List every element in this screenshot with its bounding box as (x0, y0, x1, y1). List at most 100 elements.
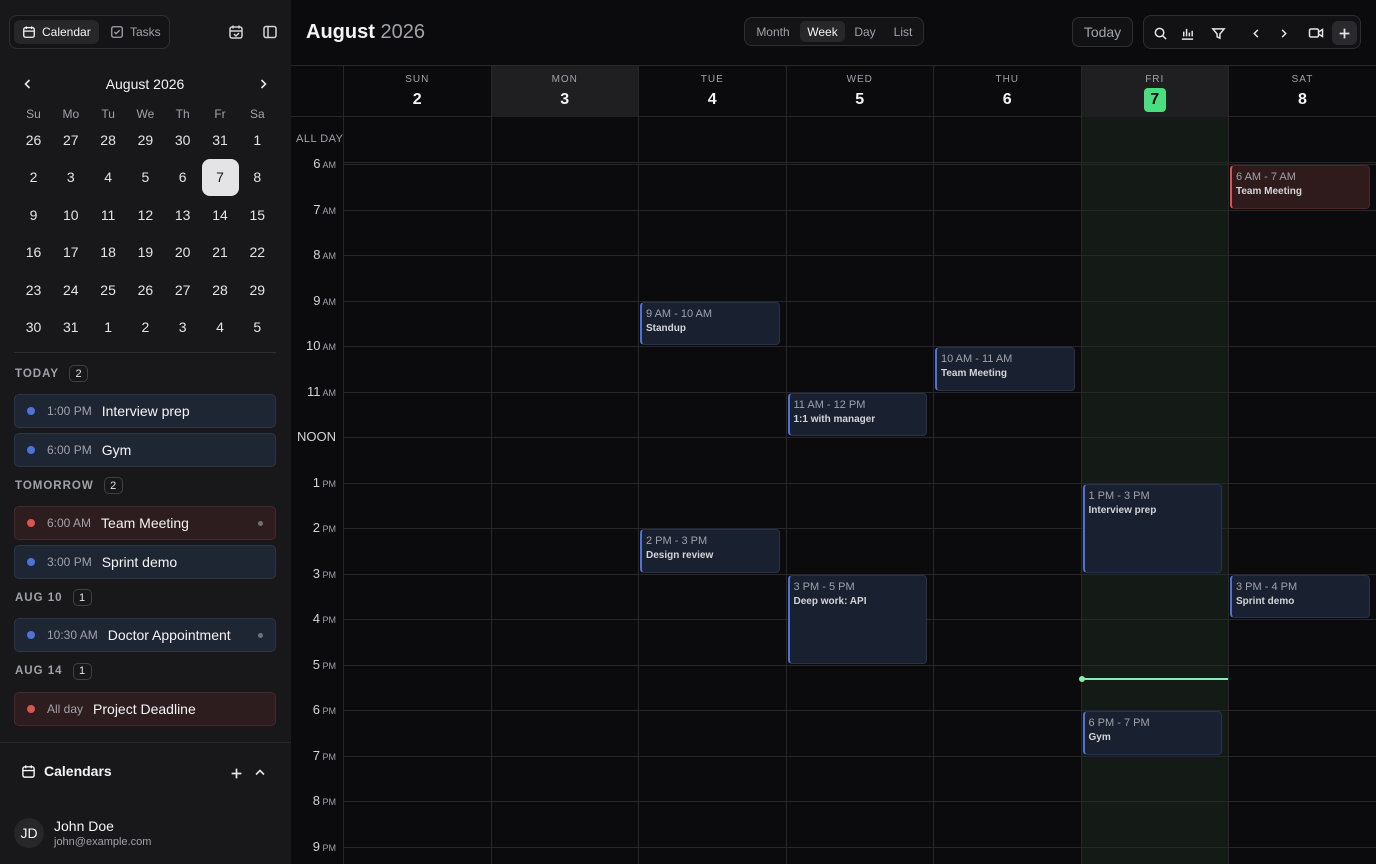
mini-day[interactable]: 27 (164, 271, 201, 308)
chart-icon[interactable] (1176, 22, 1198, 44)
calendar-event[interactable]: 10 AM - 11 AM Team Meeting (935, 347, 1075, 391)
day-header-thu[interactable]: THU 6 (933, 66, 1081, 117)
calendar-event[interactable]: 6 PM - 7 PM Gym (1082, 711, 1222, 755)
mini-day[interactable]: 29 (239, 271, 276, 308)
mini-day[interactable]: 19 (127, 234, 164, 271)
mini-day[interactable]: 20 (164, 234, 201, 271)
mini-day[interactable]: 22 (239, 234, 276, 271)
mini-day[interactable]: 5 (127, 159, 164, 196)
mini-day[interactable]: 3 (52, 159, 89, 196)
mini-day[interactable]: 13 (164, 196, 201, 233)
all-day-label: ALL DAY (296, 133, 344, 145)
calendar-event[interactable]: 11 AM - 12 PM 1:1 with manager (787, 392, 927, 436)
mini-day[interactable]: 9 (15, 196, 52, 233)
mini-day[interactable]: 6 (164, 159, 201, 196)
mini-day[interactable]: 8 (239, 159, 276, 196)
chevron-right-icon[interactable] (253, 74, 273, 94)
page-title-year: 2026 (380, 21, 425, 43)
mini-day[interactable]: 4 (90, 159, 127, 196)
mini-day[interactable]: 30 (15, 309, 52, 346)
mini-day[interactable]: 3 (164, 309, 201, 346)
mini-day[interactable]: 17 (52, 234, 89, 271)
main-calendar: August 2026 Month Week Day List Today SU… (291, 0, 1376, 864)
view-day-button[interactable]: Day (847, 21, 883, 42)
mini-day[interactable]: 23 (15, 271, 52, 308)
calendar-event[interactable]: 3 PM - 4 PM Sprint demo (1230, 574, 1370, 618)
day-header-mon[interactable]: MON 3 (490, 66, 638, 117)
plus-icon[interactable] (228, 765, 244, 781)
mini-day[interactable]: 4 (202, 309, 239, 346)
mini-day[interactable]: 16 (15, 234, 52, 271)
mini-day[interactable]: 31 (202, 121, 239, 158)
grid-row-line (343, 164, 1376, 165)
agenda-event[interactable]: 1:00 PM Interview prep (14, 394, 276, 428)
mini-day[interactable]: 14 (202, 196, 239, 233)
avatar[interactable]: JD (14, 818, 44, 848)
chevron-up-icon[interactable] (252, 765, 268, 781)
mini-day[interactable]: 28 (90, 121, 127, 158)
mini-day[interactable]: 15 (239, 196, 276, 233)
sidebar-toggle-icon[interactable] (260, 22, 280, 42)
calendar-today-icon[interactable] (226, 22, 246, 42)
day-header-tue[interactable]: TUE 4 (638, 66, 786, 117)
mini-day[interactable]: 5 (239, 309, 276, 346)
tab-tasks[interactable]: Tasks (102, 20, 169, 44)
mini-day[interactable]: 25 (90, 271, 127, 308)
calendar-event[interactable]: 3 PM - 5 PM Deep work: API (787, 574, 927, 664)
mini-day[interactable]: 18 (90, 234, 127, 271)
agenda-event-time: 3:00 PM (47, 554, 92, 569)
mini-day[interactable]: 12 (127, 196, 164, 233)
day-header-fri[interactable]: FRI 7 (1080, 66, 1228, 117)
mini-day[interactable]: 7 (201, 158, 239, 196)
event-color-dot (27, 519, 35, 527)
filter-icon[interactable] (1207, 22, 1229, 44)
agenda-event-title: Team Meeting (101, 515, 189, 531)
chevron-left-icon[interactable] (1245, 22, 1267, 44)
view-month-button[interactable]: Month (748, 21, 798, 42)
grid-column-line (1228, 117, 1229, 864)
search-icon[interactable] (1149, 22, 1171, 44)
mini-day[interactable]: 27 (52, 121, 89, 158)
mini-day[interactable]: 24 (52, 271, 89, 308)
mini-day[interactable]: 1 (239, 121, 276, 158)
mini-day[interactable]: 30 (164, 121, 201, 158)
hour-label: 7 PM (291, 748, 336, 763)
calendar-event[interactable]: 1 PM - 3 PM Interview prep (1082, 483, 1222, 573)
calendar-event[interactable]: 6 AM - 7 AM Team Meeting (1230, 165, 1370, 209)
chevron-right-icon[interactable] (1272, 22, 1294, 44)
mini-day[interactable]: 11 (90, 196, 127, 233)
grid-row-line (343, 162, 1376, 163)
video-icon[interactable] (1305, 22, 1327, 44)
add-event-icon[interactable] (1332, 21, 1357, 45)
tab-calendar[interactable]: Calendar (14, 20, 99, 44)
calendar-event[interactable]: 2 PM - 3 PM Design review (640, 529, 780, 573)
mini-day[interactable]: 31 (52, 309, 89, 346)
view-week-button[interactable]: Week (800, 21, 845, 42)
mini-day[interactable]: 1 (90, 309, 127, 346)
mini-day[interactable]: 26 (15, 121, 52, 158)
mini-day[interactable]: 26 (127, 271, 164, 308)
day-header-sat[interactable]: SAT 8 (1228, 66, 1376, 117)
mini-day[interactable]: 28 (202, 271, 239, 308)
agenda-group-label: TODAY (15, 367, 59, 380)
day-header-sun[interactable]: SUN 2 (343, 66, 491, 117)
agenda-event[interactable]: 3:00 PM Sprint demo (14, 544, 276, 579)
mini-day[interactable]: 2 (15, 159, 52, 196)
day-header-name: MON (551, 74, 578, 85)
calendar-event[interactable]: 9 AM - 10 AM Standup (640, 301, 780, 345)
hour-label-number: 6 (312, 702, 320, 717)
day-header-wed[interactable]: WED 5 (785, 66, 934, 117)
calendars-header[interactable]: Calendars (21, 763, 112, 779)
mini-day[interactable]: 21 (202, 234, 239, 271)
today-button[interactable]: Today (1072, 17, 1133, 47)
mini-day[interactable]: 10 (52, 196, 89, 233)
chevron-left-icon[interactable] (18, 74, 38, 94)
agenda-event[interactable]: 10:30 AM Doctor Appointment (14, 618, 276, 652)
agenda-event[interactable]: All day Project Deadline (14, 691, 276, 726)
agenda-event[interactable]: 6:00 PM Gym (14, 432, 276, 467)
agenda-event[interactable]: 6:00 AM Team Meeting (14, 506, 276, 540)
hour-label-number: 9 (312, 838, 320, 854)
mini-day[interactable]: 29 (127, 121, 164, 158)
view-list-button[interactable]: List (885, 21, 921, 42)
mini-day[interactable]: 2 (127, 309, 164, 346)
